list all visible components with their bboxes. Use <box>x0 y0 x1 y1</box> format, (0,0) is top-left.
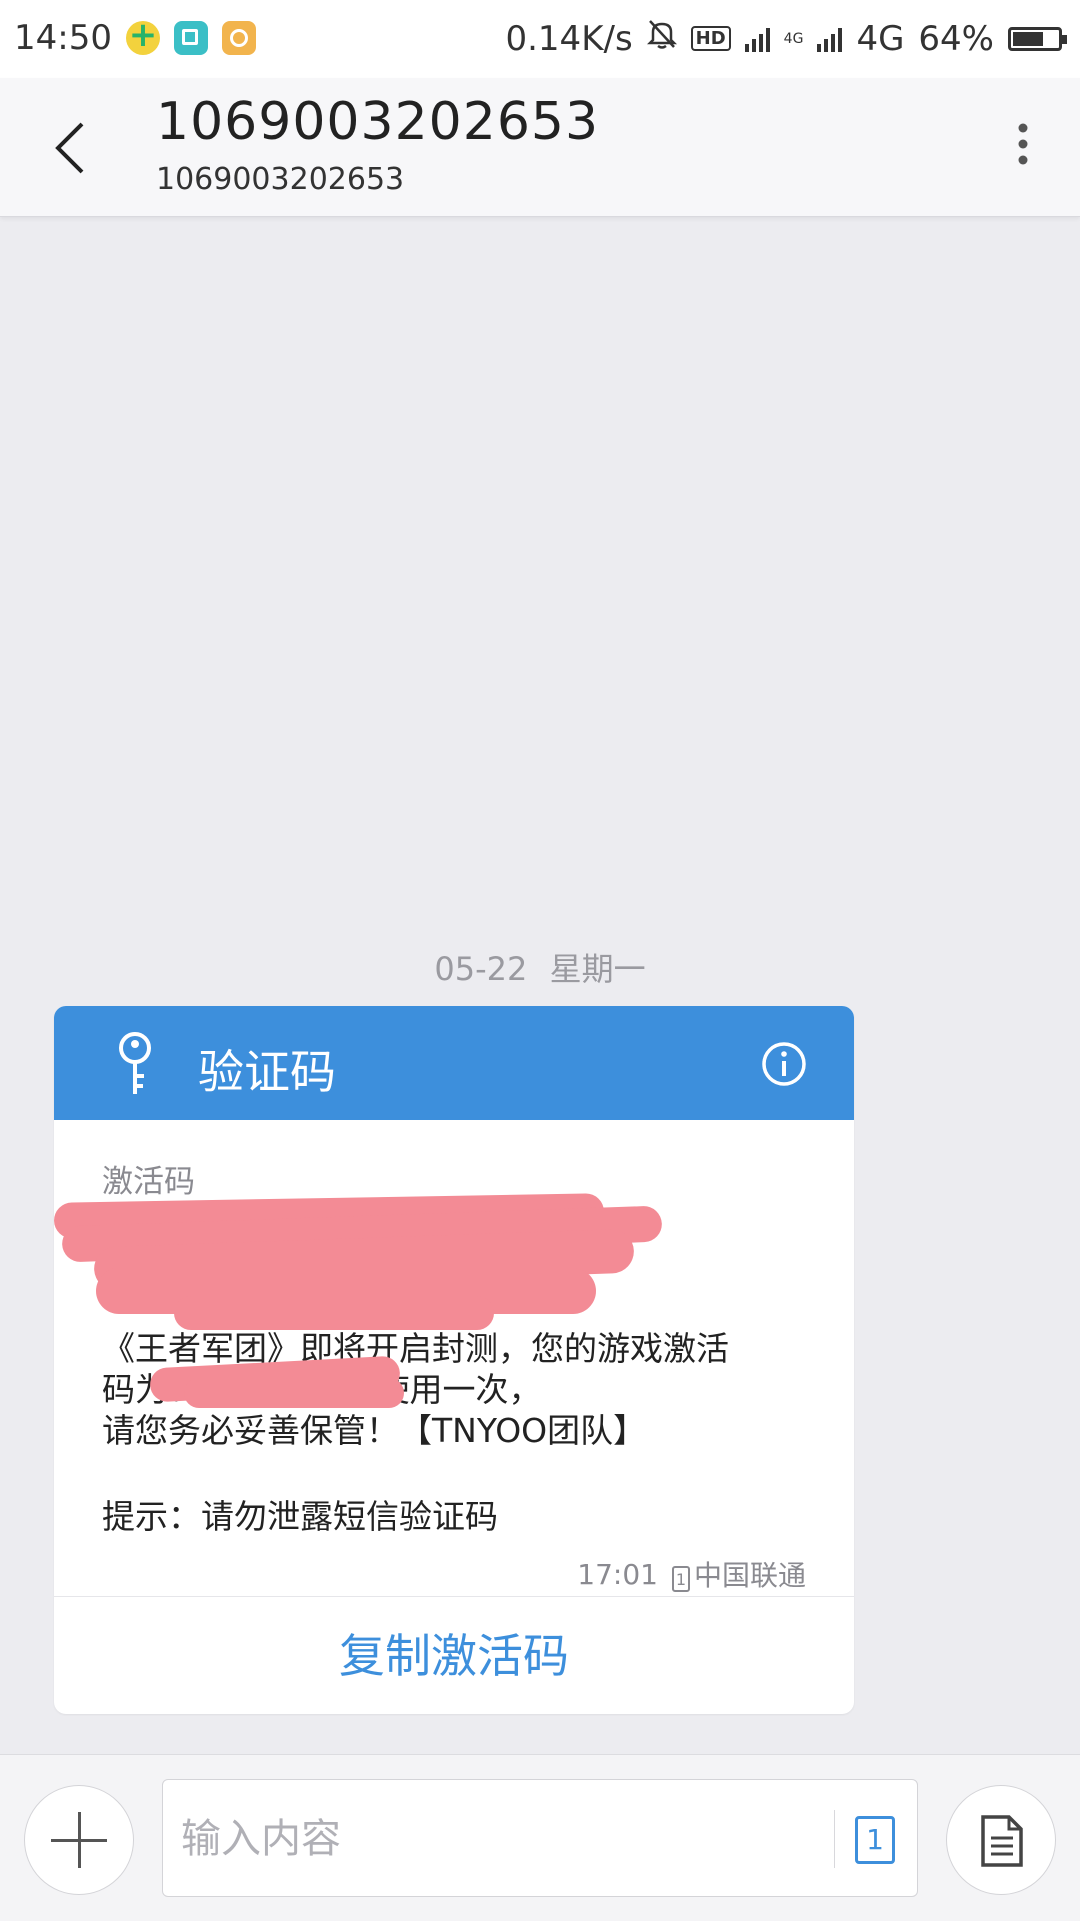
back-button[interactable] <box>48 118 98 178</box>
card-title: 验证码 <box>198 1045 336 1099</box>
battery-percent: 64% <box>918 18 994 59</box>
small-4g-label: 4G <box>783 30 804 47</box>
scan-notification-icon <box>173 21 208 55</box>
template-button[interactable] <box>946 1785 1056 1895</box>
info-icon <box>762 1042 806 1086</box>
status-right: 0.14K/s HD 4G 4G 64% <box>505 18 1067 59</box>
carrier-name: 中国联通 <box>693 1559 806 1592</box>
sim-card-icon: 1 <box>671 1566 690 1592</box>
verification-code-card: 验证码 激活码 《王者军团》即将开启封测，您的游戏激活 码为： 激活码只能使用一… <box>54 1006 854 1714</box>
page-subtitle: 1069003202653 <box>156 162 405 197</box>
info-button[interactable] <box>760 1040 808 1088</box>
compose-bar: 1 <box>0 1754 1080 1921</box>
date-label: 05-22 <box>434 950 528 988</box>
app-notification-icon <box>125 15 160 55</box>
chevron-left-icon <box>55 122 84 174</box>
signal-sim1-icon <box>744 26 770 52</box>
input-divider <box>834 1810 835 1868</box>
redaction-mark <box>174 1296 494 1330</box>
message-time: 17:01 <box>577 1557 658 1591</box>
key-icon <box>119 1032 151 1094</box>
copy-code-button[interactable]: 复制激活码 <box>54 1598 854 1714</box>
more-options-button[interactable] <box>1008 118 1038 178</box>
card-header: 验证码 <box>54 1006 854 1120</box>
network-type: 4G <box>856 18 905 59</box>
redaction-mark <box>184 1378 404 1408</box>
status-bar: 14:50 0.14K/s HD 4G 4G 64% <box>0 0 1080 78</box>
status-time: 14:50 <box>14 18 112 58</box>
message-input-container[interactable]: 1 <box>162 1779 918 1897</box>
net-speed: 0.14K/s <box>505 18 633 59</box>
document-icon <box>981 1815 1023 1867</box>
add-attachment-button[interactable] <box>24 1785 134 1895</box>
message-meta: 17:01 1 中国联通 <box>577 1554 806 1594</box>
card-divider <box>54 1596 854 1597</box>
page-title: 1069003202653 <box>156 92 600 152</box>
signal-sim2-icon <box>817 26 843 52</box>
clock-notification-icon <box>221 21 256 55</box>
carrier-info: 1 中国联通 <box>671 1554 806 1594</box>
security-tip: 提示：请勿泄露短信验证码 <box>102 1497 498 1536</box>
battery-icon <box>1008 26 1067 51</box>
message-input[interactable] <box>179 1800 763 1878</box>
weekday-label: 星期一 <box>549 950 646 988</box>
more-vertical-icon <box>1018 123 1028 165</box>
code-type-label: 激活码 <box>102 1164 195 1200</box>
date-separator: 05-22 星期一 <box>0 944 1080 990</box>
mute-bell-icon <box>646 18 677 59</box>
sim-select-button[interactable]: 1 <box>855 1816 895 1864</box>
hd-voice-icon: HD <box>690 26 731 51</box>
conversation-header: 1069003202653 1069003202653 <box>0 78 1080 217</box>
status-left: 14:50 <box>14 15 256 58</box>
